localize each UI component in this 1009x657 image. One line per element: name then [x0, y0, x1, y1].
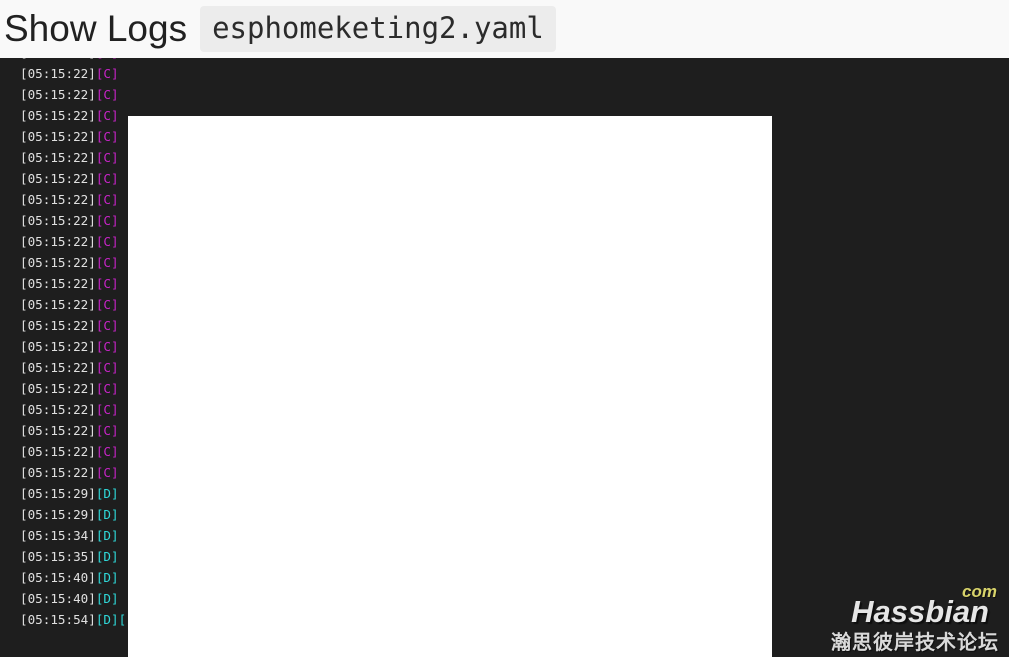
log-timestamp: [05:15:22]: [20, 150, 96, 165]
log-level-tag: [C]: [95, 444, 119, 459]
log-timestamp: [05:15:22]: [20, 339, 96, 354]
log-level-tag: [D]: [95, 528, 119, 543]
log-timestamp: [05:15:22]: [20, 402, 96, 417]
log-level-tag: [C]: [95, 360, 119, 375]
log-level-tag: [C]: [95, 381, 119, 396]
log-level-tag: [C]: [95, 66, 119, 81]
log-level-tag: [D]: [95, 591, 119, 606]
log-timestamp: [05:15:40]: [20, 591, 96, 606]
log-level-tag: [D]: [95, 549, 119, 564]
log-level-tag: [C]: [95, 465, 119, 480]
log-level-tag: [C]: [95, 318, 119, 333]
log-timestamp: [05:15:22]: [20, 58, 96, 60]
log-line: [05:15:22][C]: [0, 84, 1009, 105]
log-timestamp: [05:15:22]: [20, 192, 96, 207]
log-level-tag: [C]: [95, 297, 119, 312]
log-level-tag: [C]: [95, 276, 119, 291]
log-timestamp: [05:15:22]: [20, 234, 96, 249]
log-level-tag: [C]: [95, 423, 119, 438]
log-timestamp: [05:15:29]: [20, 486, 96, 501]
log-level-tag: [D]: [95, 486, 119, 501]
log-timestamp: [05:15:22]: [20, 465, 96, 480]
log-timestamp: [05:15:22]: [20, 171, 96, 186]
log-terminal[interactable]: [05:15:22][C] [05:15:22][C] [05:15:22][C][…: [0, 58, 1009, 657]
log-timestamp: [05:15:40]: [20, 570, 96, 585]
log-timestamp: [05:15:22]: [20, 360, 96, 375]
log-level-tag: [C]: [96, 58, 119, 60]
log-timestamp: [05:15:22]: [20, 108, 96, 123]
log-level-tag: [C]: [95, 87, 119, 102]
page-title: Show Logs: [4, 8, 188, 49]
log-level-tag: [C]: [95, 171, 119, 186]
log-level-tag: [C]: [95, 108, 119, 123]
log-timestamp: [05:15:22]: [20, 297, 96, 312]
log-timestamp: [05:15:22]: [20, 129, 96, 144]
log-timestamp: [05:15:34]: [20, 528, 96, 543]
log-timestamp: [05:15:29]: [20, 507, 96, 522]
log-level-tag: [C]: [95, 213, 119, 228]
log-timestamp: [05:15:22]: [20, 381, 96, 396]
show-logs-window: Show Logs esphomeketing2.yaml [05:15:22]…: [0, 0, 1009, 657]
log-timestamp: [05:15:35]: [20, 549, 96, 564]
log-level-tag: [D]: [95, 612, 119, 627]
config-file-chip: esphomeketing2.yaml: [200, 6, 556, 52]
log-level-tag: [C]: [95, 402, 119, 417]
window-header: Show Logs esphomeketing2.yaml: [0, 0, 1009, 58]
log-timestamp: [05:15:22]: [20, 213, 96, 228]
log-level-tag: [C]: [95, 234, 119, 249]
log-level-tag: [C]: [95, 129, 119, 144]
log-timestamp: [05:15:22]: [20, 318, 96, 333]
log-line: [05:15:22][C]: [0, 63, 1009, 84]
log-timestamp: [05:15:22]: [20, 423, 96, 438]
log-timestamp: [05:15:22]: [20, 444, 96, 459]
log-timestamp: [05:15:54]: [20, 612, 96, 627]
log-level-tag: [D]: [95, 570, 119, 585]
log-level-tag: [C]: [95, 192, 119, 207]
log-timestamp: [05:15:22]: [20, 255, 96, 270]
log-level-tag: [D]: [95, 507, 119, 522]
log-level-tag: [C]: [95, 255, 119, 270]
log-timestamp: [05:15:22]: [20, 276, 96, 291]
log-timestamp: [05:15:22]: [20, 66, 96, 81]
log-timestamp: [05:15:22]: [20, 87, 96, 102]
redaction-block: [128, 116, 772, 657]
log-level-tag: [C]: [95, 150, 119, 165]
log-level-tag: [C]: [95, 339, 119, 354]
